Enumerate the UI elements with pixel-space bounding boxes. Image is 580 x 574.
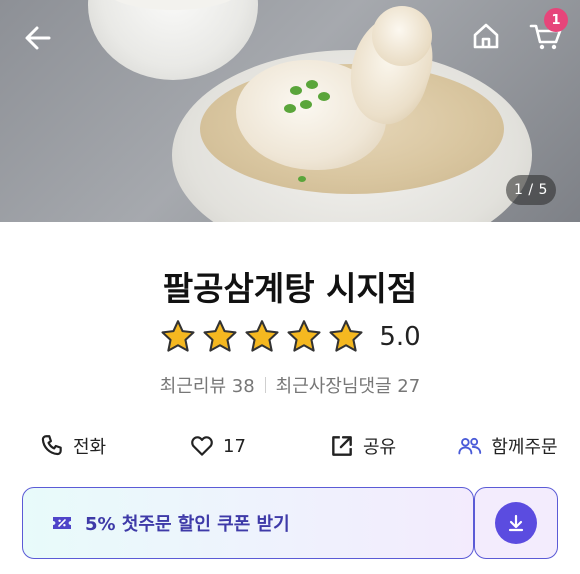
cart-count-badge: 1 [544,8,568,32]
rating-row: 5.0 [0,318,580,356]
back-button[interactable] [18,18,58,58]
group-icon [458,437,482,455]
group-order-label: 함께주문 [491,437,558,458]
coupon-banner[interactable]: 5% 첫주문 할인 쿠폰 받기 [22,487,474,559]
arrow-left-icon [25,26,51,50]
share-button[interactable]: 공유 [290,424,435,468]
store-hero-image[interactable]: 1 1 / 5 [0,0,580,222]
star-icon [161,320,195,352]
scallion-garnish [284,104,296,113]
coupon-label: 5% 첫주문 할인 쿠폰 받기 [85,514,290,535]
star-icon [329,320,363,352]
call-button[interactable]: 전화 [0,424,145,468]
star-icon [203,320,237,352]
store-name: 팔공삼계탕 시지점 [162,269,418,308]
share-icon [332,436,352,456]
scallion-garnish [318,92,330,101]
review-summary: 최근리뷰 38 최근사장님댓글 27 [0,372,580,398]
coupon-download-button[interactable] [474,487,558,559]
phone-icon [41,435,62,456]
star-icon [287,320,321,352]
like-button[interactable]: 17 [145,424,290,468]
call-label: 전화 [72,437,107,458]
home-button[interactable] [466,16,506,56]
share-label: 공유 [362,437,397,458]
divider [264,377,266,393]
scallion-garnish [306,80,318,89]
rice-bowl-image [88,0,258,80]
action-bar: 전화 17 공유 함께주문 [0,424,580,468]
scallion-garnish [300,100,312,109]
scallion-garnish [290,86,302,95]
owner-replies-link[interactable]: 최근사장님댓글 27 [276,372,421,398]
download-icon [495,502,537,544]
scallion-garnish [298,176,306,182]
heart-icon [191,436,213,456]
image-page-counter: 1 / 5 [506,175,556,205]
rating-value: 5.0 [379,322,421,352]
recent-reviews-link[interactable]: 최근리뷰 38 [160,372,255,398]
coupon-icon [53,517,71,529]
star-icon [245,320,279,352]
chicken-leg-tip-image [372,6,432,66]
home-icon [473,23,499,49]
like-count: 17 [223,435,246,457]
group-order-button[interactable]: 함께주문 [435,424,580,468]
